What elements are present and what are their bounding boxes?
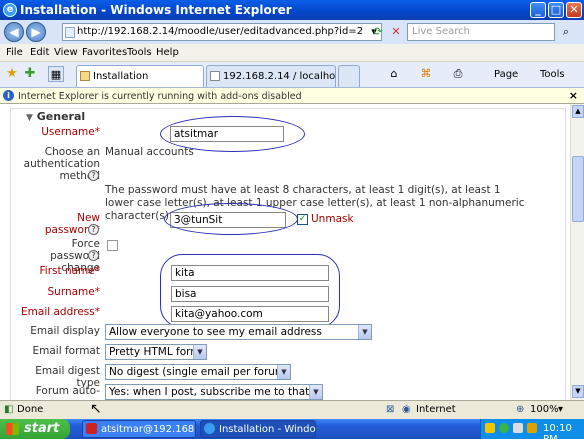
new-tab-button[interactable] [338, 65, 360, 87]
help-icon[interactable]: ? [88, 170, 99, 181]
surname-label: Surname* [47, 286, 100, 298]
first-name-label: First name* [39, 265, 100, 277]
forum-auto-select[interactable]: Yes: when I post, subscribe me to that f… [105, 384, 323, 400]
zoom-dropdown-icon[interactable]: ▾ [558, 404, 563, 415]
tray-icon[interactable] [485, 423, 495, 433]
email-label: Email address* [21, 306, 100, 318]
unmask-checkbox[interactable]: ✓ [297, 214, 308, 225]
annotation-circle [164, 203, 298, 235]
page-content: ▼ General Username* atsitmar Choose an a… [0, 104, 570, 400]
taskbar: start atsitmar@192.168.2.... Installatio… [0, 419, 584, 445]
digest-select[interactable]: No digest (single email per forum post) … [105, 364, 291, 380]
taskbar-item-ie[interactable]: Installation - Window... [200, 420, 316, 438]
username-label: Username* [41, 126, 100, 138]
tab-phpmyadmin[interactable]: 192.168.2.14 / localhost / db... [206, 65, 336, 87]
moodle-favicon-icon [80, 71, 90, 81]
page-favicon-icon [210, 71, 220, 81]
feeds-icon[interactable]: ⌘ [418, 66, 434, 82]
favorites-star-icon[interactable]: ★ [4, 66, 20, 82]
infobar-close-button[interactable]: × [569, 89, 578, 102]
search-input[interactable]: Live Search [407, 23, 555, 41]
refresh-icon[interactable]: ⟳ [370, 24, 386, 40]
tray-icon[interactable] [499, 423, 509, 433]
back-button[interactable]: ◀ [4, 22, 24, 42]
scroll-down-arrow-icon[interactable]: ▼ [572, 385, 584, 398]
page-icon [65, 27, 75, 38]
dropdown-arrow-icon: ▼ [193, 345, 206, 359]
help-icon[interactable]: ? [88, 224, 99, 235]
info-icon: i [3, 90, 14, 101]
dropdown-arrow-icon: ▼ [358, 325, 371, 339]
menu-favorites[interactable]: Favorites [82, 47, 127, 58]
address-row: ◀ ▶ http://192.168.2.14/moodle/user/edit… [0, 20, 584, 44]
stop-icon[interactable]: ✕ [388, 24, 404, 40]
auth-method-value: Manual accounts [105, 146, 194, 158]
unmask-label: Unmask [311, 213, 354, 225]
vertical-scrollbar[interactable]: ▲ ▼ [570, 104, 584, 400]
windows-logo-icon [6, 423, 19, 435]
page-menu-button[interactable]: Page [494, 69, 518, 80]
force-change-checkbox[interactable] [107, 240, 118, 251]
scroll-up-arrow-icon[interactable]: ▲ [572, 105, 584, 118]
clock: 10:10 PM [543, 423, 572, 445]
address-bar[interactable]: http://192.168.2.14/moodle/user/editadva… [62, 23, 382, 41]
info-message: Internet Explorer is currently running w… [18, 91, 302, 102]
close-button[interactable]: ✕ [566, 2, 582, 18]
network-icon[interactable] [513, 423, 523, 433]
mouse-cursor-icon: ↖ [90, 401, 102, 417]
ie-taskbar-icon [204, 423, 215, 434]
quick-tabs-icon[interactable]: ▦ [48, 66, 64, 82]
zoom-icon: ⊕ [516, 404, 525, 415]
menu-tools[interactable]: Tools [127, 47, 152, 58]
email-display-select[interactable]: Allow everyone to see my email address ▼ [105, 324, 372, 340]
security-icon: ⊠ [386, 404, 395, 415]
help-icon[interactable]: ? [88, 250, 99, 261]
volume-icon[interactable] [527, 423, 537, 433]
dropdown-arrow-icon: ▼ [309, 385, 322, 399]
annotation-circle [160, 254, 340, 328]
taskbar-item-filezilla[interactable]: atsitmar@192.168.2.... [82, 420, 196, 438]
system-tray: 10:10 PM [480, 419, 584, 445]
status-page-icon: ◧ [4, 404, 14, 415]
tab-label: 192.168.2.14 / localhost / db... [223, 71, 336, 82]
print-icon[interactable]: ⎙ [450, 66, 466, 82]
minimize-button[interactable]: _ [530, 2, 546, 18]
internet-zone-icon: ◉ [402, 404, 411, 415]
maximize-button[interactable]: □ [548, 2, 564, 18]
section-header[interactable]: ▼ General [26, 110, 85, 123]
dropdown-arrow-icon: ▼ [277, 365, 290, 379]
menu-help[interactable]: Help [156, 47, 179, 58]
search-placeholder: Live Search [412, 26, 470, 37]
menu-bar: File Edit View Favorites Tools Help [0, 44, 584, 62]
address-url: http://192.168.2.14/moodle/user/editadva… [77, 26, 364, 37]
tools-menu-button[interactable]: Tools [540, 69, 565, 80]
add-favorite-icon[interactable]: ✚ [22, 66, 38, 82]
menu-edit[interactable]: Edit [30, 47, 49, 58]
information-bar[interactable]: i Internet Explorer is currently running… [0, 88, 584, 104]
window-title: Installation - Windows Internet Explorer [20, 3, 292, 17]
tab-installation[interactable]: Installation [76, 65, 204, 87]
forward-button[interactable]: ▶ [26, 22, 46, 42]
forum-auto-label: Forum auto- [35, 385, 100, 397]
menu-file[interactable]: File [6, 47, 23, 58]
search-icon[interactable]: ⌕ [558, 24, 574, 40]
section-title: General [36, 110, 86, 123]
tab-bar: ★ ✚ ▦ Installation 192.168.2.14 / localh… [0, 62, 584, 88]
email-display-label: Email display [30, 325, 100, 337]
title-bar: e Installation - Windows Internet Explor… [0, 0, 584, 20]
collapse-arrow-icon: ▼ [26, 113, 33, 123]
filezilla-icon [86, 423, 97, 434]
email-format-select[interactable]: Pretty HTML format ▼ [105, 344, 207, 360]
status-text: Done [17, 404, 44, 415]
zone-text: Internet [416, 404, 456, 415]
zoom-level[interactable]: 100% [530, 404, 559, 415]
home-icon[interactable]: ⌂ [386, 66, 402, 82]
email-format-label: Email format [32, 345, 100, 357]
scroll-thumb[interactable] [572, 156, 584, 222]
tab-label: Installation [93, 71, 149, 82]
menu-view[interactable]: View [54, 47, 78, 58]
status-bar: ◧ Done ↖ ⊠ ◉ Internet ⊕ 100% ▾ [0, 400, 584, 419]
start-button[interactable]: start [0, 419, 70, 439]
ie-logo-icon: e [3, 3, 17, 17]
